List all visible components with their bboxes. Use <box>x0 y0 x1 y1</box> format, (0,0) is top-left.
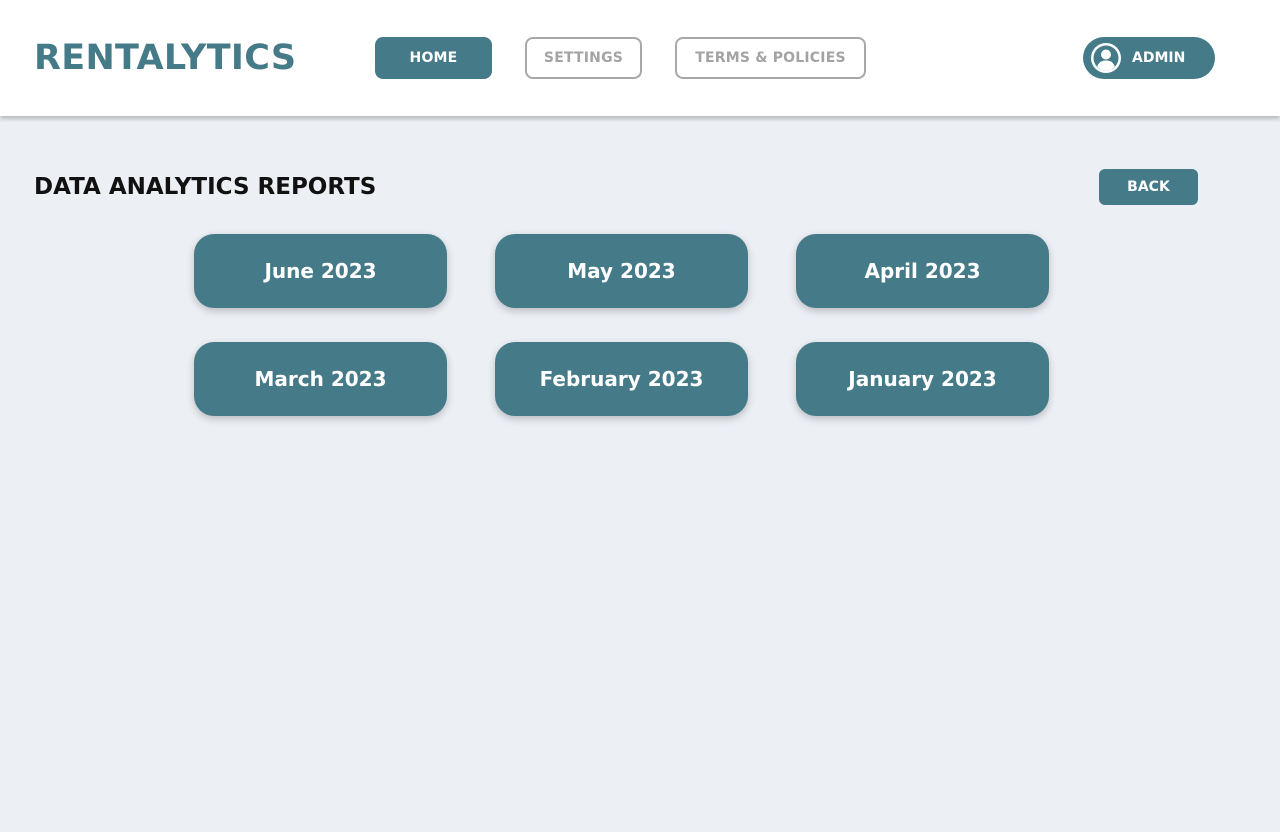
admin-account-button[interactable]: ADMIN <box>1083 37 1215 79</box>
report-february-2023-button[interactable]: February 2023 <box>495 342 748 416</box>
app-logo[interactable]: RENTALYTICS <box>34 36 296 80</box>
nav-terms-button[interactable]: TERMS & POLICIES <box>675 37 866 79</box>
report-april-2023-button[interactable]: April 2023 <box>796 234 1049 308</box>
report-january-2023-button[interactable]: January 2023 <box>796 342 1049 416</box>
back-button[interactable]: BACK <box>1099 169 1198 205</box>
admin-label: ADMIN <box>1132 50 1186 66</box>
user-circle-icon <box>1091 43 1121 73</box>
report-june-2023-button[interactable]: June 2023 <box>194 234 447 308</box>
nav-home-button[interactable]: HOME <box>375 37 492 79</box>
top-header: RENTALYTICS HOME SETTINGS TERMS & POLICI… <box>0 0 1280 116</box>
page-title: DATA ANALYTICS REPORTS <box>34 174 377 200</box>
nav-settings-button[interactable]: SETTINGS <box>525 37 642 79</box>
report-march-2023-button[interactable]: March 2023 <box>194 342 447 416</box>
report-may-2023-button[interactable]: May 2023 <box>495 234 748 308</box>
